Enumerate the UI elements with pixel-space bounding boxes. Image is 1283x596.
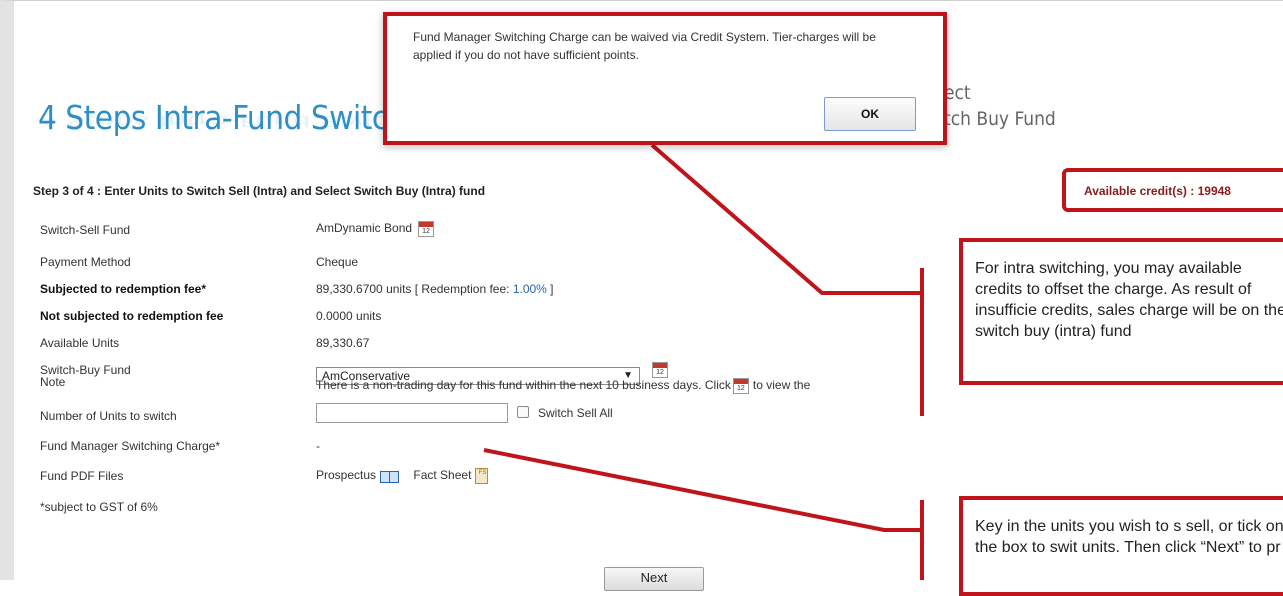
dialog-highlight-box [383,12,947,145]
units-callout: Key in the units you wish to s sell, or … [959,496,1283,596]
dialog-pointer-line [650,143,922,295]
units-callout-text: Key in the units you wish to s sell, or … [975,518,1283,556]
units-pointer-line [483,448,922,532]
credits-callout-text: For intra switching, you may available c… [975,260,1283,340]
credits-callout: For intra switching, you may available c… [959,238,1283,385]
